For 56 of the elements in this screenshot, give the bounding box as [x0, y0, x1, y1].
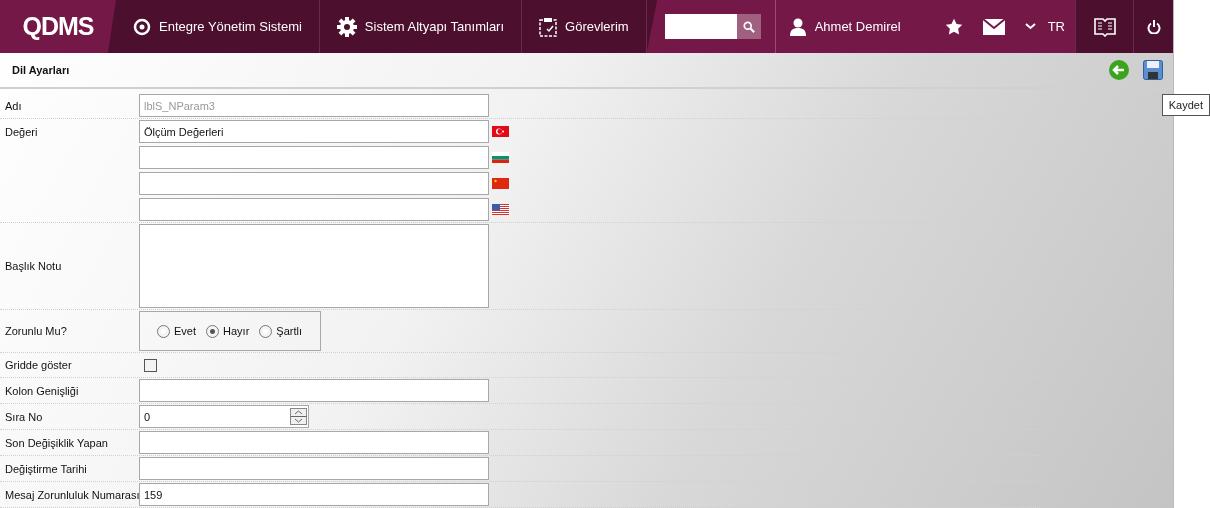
- flag-icon: [492, 126, 509, 137]
- search-field[interactable]: [664, 14, 737, 39]
- power-icon: [1146, 19, 1161, 34]
- number-field[interactable]: 0: [139, 405, 309, 428]
- flag-icon: [492, 178, 509, 189]
- logout-button[interactable]: [1133, 0, 1173, 53]
- radio-option[interactable]: Şartlı: [259, 324, 302, 338]
- save-icon[interactable]: [1143, 60, 1163, 80]
- radio-button[interactable]: [206, 324, 219, 338]
- field-label: Sıra No: [4, 410, 44, 423]
- field-label: Mesaj Zorunluluk Numarası: [4, 488, 139, 501]
- flag-icon: [492, 204, 509, 215]
- logo[interactable]: QDMS: [0, 0, 116, 53]
- flag-icon: [492, 152, 509, 163]
- radio-option[interactable]: Hayır: [206, 324, 250, 338]
- radio-button[interactable]: [259, 324, 273, 338]
- chevron-icon: [1024, 23, 1036, 30]
- text-field[interactable]: [139, 198, 489, 221]
- user-menu[interactable]: Ahmet Demirel: [774, 0, 935, 53]
- field-label: Zorunlu Mu?: [4, 325, 68, 337]
- field-label: Gridde göster: [4, 359, 73, 371]
- text-field[interactable]: [139, 146, 489, 169]
- spinner-icon[interactable]: [290, 408, 307, 425]
- user-icon: [789, 17, 806, 36]
- language-menu[interactable]: TR: [1014, 0, 1075, 53]
- radio-button[interactable]: [157, 324, 170, 338]
- tooltip: Kaydet: [1161, 94, 1210, 116]
- number-value: 0: [144, 410, 151, 423]
- page-title: Dil Ayarları: [12, 64, 70, 76]
- star-icon: [944, 17, 963, 36]
- manual-button[interactable]: [1075, 0, 1133, 53]
- book-icon: [1093, 16, 1116, 37]
- field-label: Son Değişiklik Yapan: [4, 436, 109, 449]
- field-label: Kolon Genişliği: [4, 384, 80, 397]
- checkbox[interactable]: [144, 358, 157, 372]
- mail-icon: [982, 18, 1005, 35]
- text-field[interactable]: [139, 457, 489, 480]
- radio-option[interactable]: Evet: [157, 324, 196, 338]
- field-label: Değiştirme Tarihi: [4, 462, 88, 475]
- text-area[interactable]: [139, 224, 489, 308]
- text-field[interactable]: 159: [139, 483, 489, 506]
- q-logo-icon: [133, 17, 151, 36]
- field-label: Başlık Notu: [4, 260, 63, 272]
- back-icon[interactable]: [1108, 59, 1130, 81]
- text-field[interactable]: [139, 431, 489, 454]
- nav-item[interactable]: Sistem Altyapı Tanımları: [319, 0, 523, 53]
- clipboard-icon: [539, 16, 558, 37]
- text-field[interactable]: [139, 379, 489, 402]
- text-field[interactable]: Ölçüm Değerleri: [139, 120, 489, 143]
- search-icon: [742, 19, 755, 34]
- field-label: Adı: [4, 99, 23, 112]
- nav-item[interactable]: Entegre Yönetim Sistemi: [116, 0, 320, 53]
- nav-item[interactable]: Görevlerim: [522, 0, 647, 53]
- search-button[interactable]: [736, 14, 761, 39]
- field-label: Değeri: [4, 126, 39, 138]
- text-field[interactable]: [139, 172, 489, 195]
